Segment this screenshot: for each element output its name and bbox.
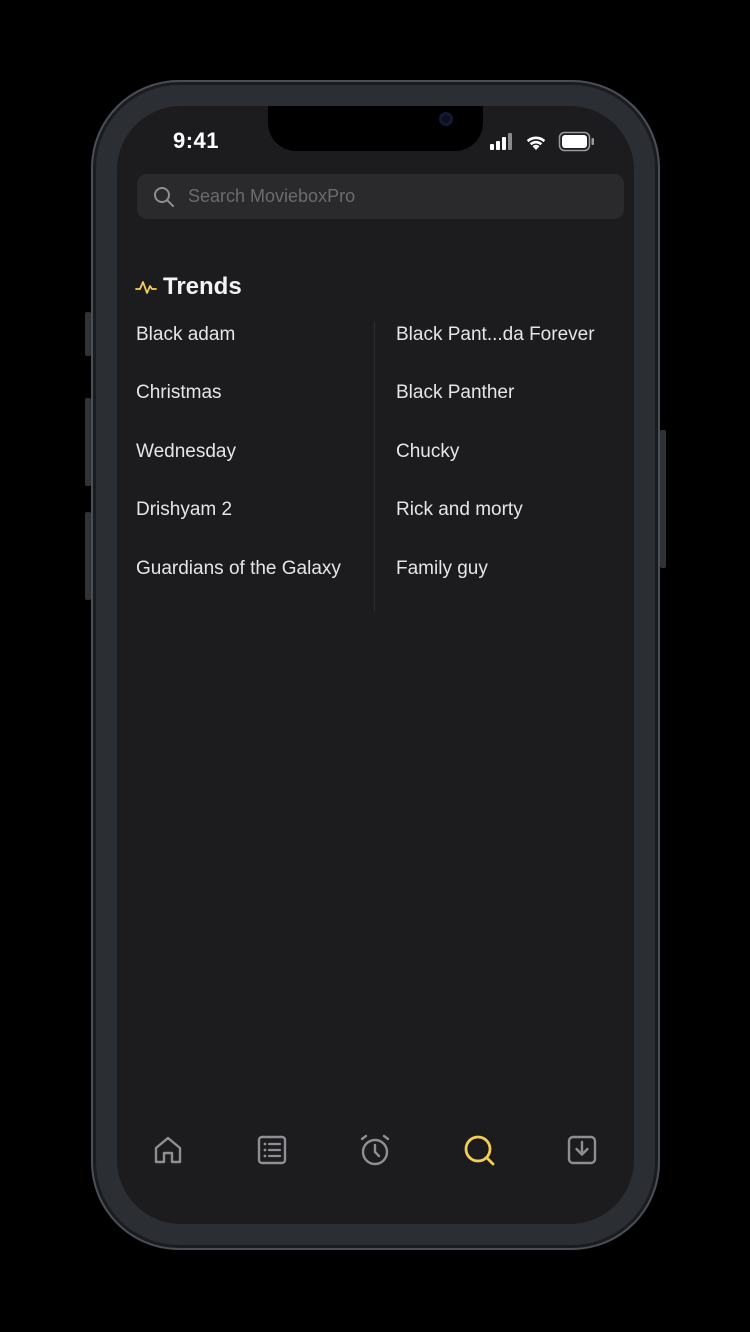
search-input[interactable] <box>188 174 608 219</box>
trends-title: Trends <box>163 273 242 300</box>
trend-item[interactable]: Guardians of the Galaxy <box>136 555 376 613</box>
trends-left-column: Black adam Christmas Wednesday Drishyam … <box>136 321 376 613</box>
silent-switch <box>85 312 91 356</box>
trending-pulse-icon <box>135 281 157 294</box>
list-icon <box>257 1135 287 1165</box>
trend-item[interactable]: Family guy <box>396 555 634 613</box>
cellular-signal-icon <box>490 133 512 150</box>
alarm-clock-icon <box>360 1134 390 1166</box>
power-button <box>660 430 666 568</box>
status-icons-svg <box>490 131 594 152</box>
trends-right-column: Black Pant...da Forever Black Panther Ch… <box>396 321 634 613</box>
search-field-icon <box>154 187 174 207</box>
trends-header: Trends <box>135 272 242 302</box>
status-time: 9:41 <box>173 128 220 153</box>
trend-item[interactable]: Black adam <box>136 321 376 379</box>
wifi-icon <box>526 136 546 150</box>
trend-item[interactable]: Black Pant...da Forever <box>396 321 634 379</box>
volume-down-button <box>85 512 91 600</box>
trend-item[interactable]: Rick and morty <box>396 496 634 554</box>
search-bar[interactable] <box>137 174 624 219</box>
battery-icon <box>558 131 594 152</box>
trend-item[interactable]: Wednesday <box>136 438 376 496</box>
trends-grid: Black adam Christmas Wednesday Drishyam … <box>136 321 616 613</box>
search-icon <box>464 1135 495 1166</box>
tab-home[interactable] <box>148 1130 188 1170</box>
tab-search[interactable] <box>459 1130 499 1170</box>
trend-item[interactable]: Black Panther <box>396 379 634 437</box>
tab-list[interactable] <box>252 1130 292 1170</box>
tab-reminders[interactable] <box>355 1130 395 1170</box>
home-icon <box>154 1136 182 1164</box>
tab-downloads[interactable] <box>562 1130 602 1170</box>
trend-item[interactable]: Drishyam 2 <box>136 496 376 554</box>
front-camera <box>439 112 453 126</box>
tab-bar <box>117 1124 634 1176</box>
phone-screen: 9:41 Search MovieboxPro Trends Black ada… <box>117 106 634 1224</box>
notch <box>268 106 483 151</box>
volume-up-button <box>85 398 91 486</box>
download-icon <box>567 1135 597 1165</box>
trend-item[interactable]: Christmas <box>136 379 376 437</box>
column-divider <box>374 321 375 611</box>
trend-item[interactable]: Chucky <box>396 438 634 496</box>
status-icons <box>490 131 600 153</box>
